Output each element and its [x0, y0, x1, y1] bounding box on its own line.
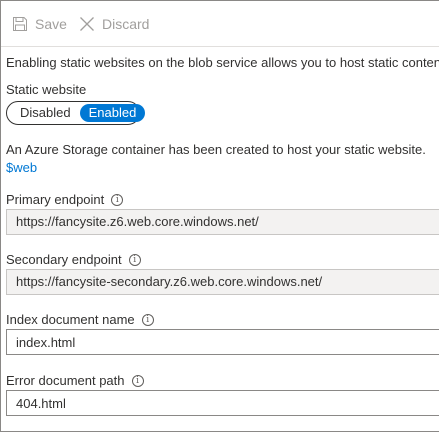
save-label: Save — [35, 16, 67, 32]
static-website-toggle[interactable]: Disabled Enabled — [6, 101, 146, 125]
primary-endpoint-field[interactable]: https://fancysite.z6.web.core.windows.ne… — [6, 209, 439, 235]
secondary-endpoint-label: Secondary endpoint i — [6, 252, 141, 267]
info-icon[interactable]: i — [131, 374, 144, 387]
container-created-notice: An Azure Storage container has been crea… — [6, 142, 426, 157]
command-bar: Save Discard — [1, 1, 439, 47]
error-document-input[interactable] — [6, 390, 439, 416]
toggle-option-disabled[interactable]: Disabled — [11, 104, 80, 122]
index-document-input[interactable] — [6, 329, 439, 355]
static-website-label: Static website — [6, 82, 87, 97]
close-icon — [79, 16, 95, 32]
info-icon[interactable]: i — [128, 253, 141, 266]
info-icon[interactable]: i — [141, 313, 154, 326]
web-container-link[interactable]: $web — [6, 160, 37, 175]
save-button[interactable]: Save — [12, 13, 67, 35]
secondary-endpoint-field[interactable]: https://fancysite-secondary.z6.web.core.… — [6, 269, 439, 295]
static-website-blade: Save Discard Enabling static websites on… — [0, 0, 439, 432]
discard-label: Discard — [102, 16, 150, 32]
discard-button[interactable]: Discard — [79, 13, 149, 35]
toggle-option-enabled[interactable]: Enabled — [79, 104, 146, 122]
description-text: Enabling static websites on the blob ser… — [6, 55, 439, 70]
error-document-label: Error document path i — [6, 373, 144, 388]
primary-endpoint-label: Primary endpoint i — [6, 192, 124, 207]
save-icon — [12, 16, 28, 32]
info-icon[interactable]: i — [111, 193, 124, 206]
index-document-label: Index document name i — [6, 312, 154, 327]
